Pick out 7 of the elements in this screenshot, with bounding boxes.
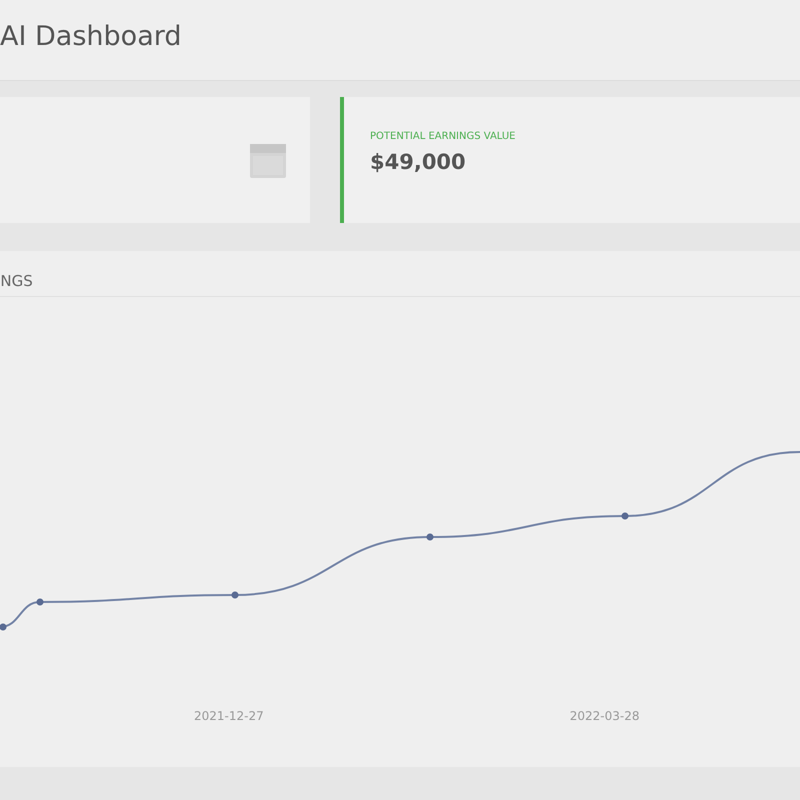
stat-value: $49,000	[370, 150, 467, 174]
calendar-icon	[250, 142, 286, 178]
stat-label: POTENTIAL EARNINGS VALUE	[370, 131, 517, 142]
page-title: AI Dashboard	[0, 20, 182, 52]
axis-label: 2021-12-27	[194, 709, 264, 723]
chart-title: INGS	[0, 272, 33, 290]
axis-label: 2022-03-28	[570, 709, 640, 723]
